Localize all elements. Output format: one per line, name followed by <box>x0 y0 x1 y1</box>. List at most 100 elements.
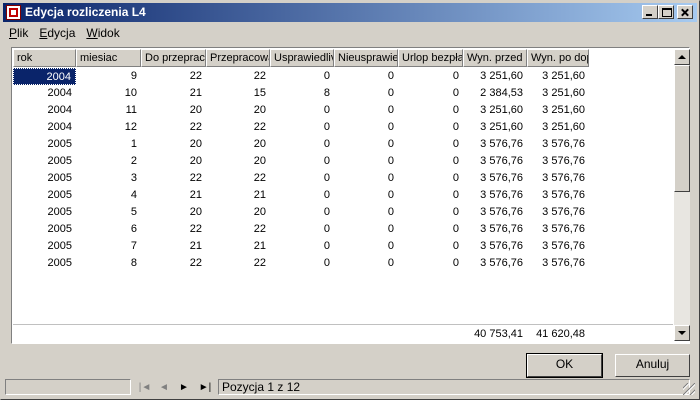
close-button[interactable] <box>677 5 693 19</box>
table-cell[interactable]: 3 251,60 <box>463 102 527 119</box>
table-cell[interactable]: 2005 <box>13 204 76 221</box>
table-cell[interactable]: 3 251,60 <box>463 68 527 85</box>
scroll-thumb[interactable] <box>674 65 690 192</box>
table-cell[interactable]: 2004 <box>13 85 76 102</box>
table-cell[interactable]: 0 <box>398 187 463 204</box>
table-cell[interactable]: 3 576,76 <box>527 221 589 238</box>
table-cell[interactable]: 0 <box>270 136 334 153</box>
scroll-up-icon[interactable] <box>674 49 690 65</box>
table-cell[interactable]: 0 <box>334 187 398 204</box>
table-cell[interactable]: 20 <box>141 153 206 170</box>
table-cell[interactable]: 0 <box>270 204 334 221</box>
table-cell[interactable]: 11 <box>76 102 141 119</box>
table-cell[interactable]: 3 251,60 <box>527 85 589 102</box>
table-cell[interactable]: 2005 <box>13 238 76 255</box>
table-cell[interactable]: 5 <box>76 204 141 221</box>
table-cell[interactable]: 0 <box>398 136 463 153</box>
column-header[interactable]: Do przeprac <box>141 49 206 67</box>
table-cell[interactable]: 15 <box>206 85 270 102</box>
cancel-button[interactable]: Anuluj <box>615 354 690 377</box>
next-record-icon[interactable]: ► <box>176 381 192 395</box>
table-cell[interactable]: 6 <box>76 221 141 238</box>
column-header[interactable]: Usprawiedliv <box>270 49 334 67</box>
scroll-down-icon[interactable] <box>674 325 690 341</box>
table-cell[interactable]: 3 576,76 <box>527 187 589 204</box>
table-cell[interactable]: 0 <box>334 68 398 85</box>
table-cell[interactable]: 3 576,76 <box>527 136 589 153</box>
column-header[interactable]: rok <box>13 49 76 67</box>
table-cell[interactable]: 3 576,76 <box>463 136 527 153</box>
table-row[interactable]: 2005 5 20 20 0 0 0 3 576,76 3 576,76 <box>13 204 589 221</box>
table-cell[interactable]: 2004 <box>13 68 76 85</box>
table-cell[interactable]: 20 <box>141 204 206 221</box>
column-header[interactable]: Urlop bezpła <box>398 49 463 67</box>
table-cell[interactable]: 22 <box>206 170 270 187</box>
last-record-icon[interactable]: ►| <box>197 381 213 395</box>
table-cell[interactable]: 2 384,53 <box>463 85 527 102</box>
table-cell[interactable]: 3 576,76 <box>527 238 589 255</box>
table-cell[interactable]: 8 <box>270 85 334 102</box>
table-cell[interactable]: 7 <box>76 238 141 255</box>
table-row[interactable]: 2005 2 20 20 0 0 0 3 576,76 3 576,76 <box>13 153 589 170</box>
table-cell[interactable]: 4 <box>76 187 141 204</box>
previous-record-icon[interactable]: ◄ <box>156 381 172 395</box>
table-cell[interactable]: 0 <box>334 238 398 255</box>
column-header[interactable]: Przepracowa <box>206 49 270 67</box>
table-cell[interactable]: 3 251,60 <box>463 119 527 136</box>
table-cell[interactable]: 2005 <box>13 187 76 204</box>
table-cell[interactable]: 0 <box>398 221 463 238</box>
column-header[interactable]: Wyn. przed r <box>463 49 527 67</box>
table-cell[interactable]: 20 <box>206 102 270 119</box>
table-cell[interactable]: 2005 <box>13 170 76 187</box>
table-cell[interactable]: 3 576,76 <box>463 238 527 255</box>
table-cell[interactable]: 0 <box>270 119 334 136</box>
table-row[interactable]: 2005 1 20 20 0 0 0 3 576,76 3 576,76 <box>13 136 589 153</box>
ok-button[interactable]: OK <box>526 353 603 378</box>
table-row[interactable]: 2005 4 21 21 0 0 0 3 576,76 3 576,76 <box>13 187 589 204</box>
table-cell[interactable]: 21 <box>206 187 270 204</box>
menu-widok[interactable]: Widok <box>80 23 124 40</box>
table-cell[interactable]: 3 576,76 <box>463 255 527 272</box>
table-cell[interactable]: 2005 <box>13 153 76 170</box>
table-cell[interactable]: 21 <box>141 238 206 255</box>
table-cell[interactable]: 3 576,76 <box>463 204 527 221</box>
table-row[interactable]: 2005 3 22 22 0 0 0 3 576,76 3 576,76 <box>13 170 589 187</box>
table-cell[interactable]: 3 576,76 <box>527 153 589 170</box>
table-row[interactable]: 2005 7 21 21 0 0 0 3 576,76 3 576,76 <box>13 238 589 255</box>
table-row[interactable]: 2004 9 22 22 0 0 0 3 251,60 3 251,60 <box>13 68 589 85</box>
vertical-scrollbar[interactable] <box>674 49 690 341</box>
table-cell[interactable]: 0 <box>334 255 398 272</box>
table-cell[interactable]: 0 <box>270 68 334 85</box>
table-row[interactable]: 2004 11 20 20 0 0 0 3 251,60 3 251,60 <box>13 102 589 119</box>
table-cell[interactable]: 3 251,60 <box>527 68 589 85</box>
column-header[interactable]: miesiac <box>76 49 141 67</box>
table-cell[interactable]: 2004 <box>13 102 76 119</box>
column-header[interactable]: Wyn. po dop <box>527 49 589 67</box>
table-cell[interactable]: 2005 <box>13 255 76 272</box>
table-cell[interactable]: 20 <box>206 204 270 221</box>
table-row[interactable]: 2005 8 22 22 0 0 0 3 576,76 3 576,76 <box>13 255 589 272</box>
table-cell[interactable]: 1 <box>76 136 141 153</box>
column-header[interactable]: Nieusprawie <box>334 49 398 67</box>
table-cell[interactable]: 0 <box>334 153 398 170</box>
table-cell[interactable]: 0 <box>398 238 463 255</box>
table-cell[interactable]: 22 <box>141 170 206 187</box>
table-cell[interactable]: 3 576,76 <box>527 204 589 221</box>
table-cell[interactable]: 0 <box>270 102 334 119</box>
table-cell[interactable]: 0 <box>398 204 463 221</box>
resize-grip-icon[interactable] <box>683 383 695 395</box>
table-cell[interactable]: 0 <box>270 170 334 187</box>
table-cell[interactable]: 0 <box>270 255 334 272</box>
table-cell[interactable]: 22 <box>141 68 206 85</box>
table-row[interactable]: 2005 6 22 22 0 0 0 3 576,76 3 576,76 <box>13 221 589 238</box>
table-cell[interactable]: 22 <box>141 119 206 136</box>
menu-edycja[interactable]: Edycja <box>33 23 80 40</box>
table-cell[interactable]: 10 <box>76 85 141 102</box>
table-cell[interactable]: 0 <box>334 136 398 153</box>
table-cell[interactable]: 3 251,60 <box>527 119 589 136</box>
table-cell[interactable]: 0 <box>270 221 334 238</box>
table-cell[interactable]: 3 576,76 <box>463 153 527 170</box>
first-record-icon[interactable]: |◄ <box>137 381 153 395</box>
table-cell[interactable]: 21 <box>206 238 270 255</box>
table-cell[interactable]: 22 <box>206 255 270 272</box>
